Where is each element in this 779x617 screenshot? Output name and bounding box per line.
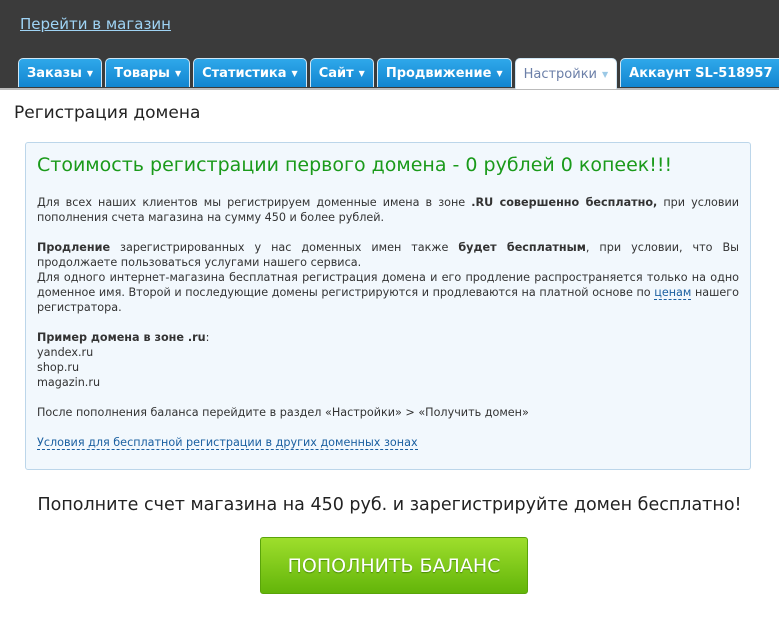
prices-link[interactable]: ценам (654, 286, 692, 300)
page-title: Регистрация домена (14, 103, 201, 123)
header: Перейти в магазин Заказы ▼ Товары ▼ Статис… (0, 0, 779, 90)
caret-down-icon: ▼ (174, 68, 182, 78)
text: зарегистрированных у нас доменных имен т… (110, 241, 459, 254)
caret-down-icon: ▼ (86, 68, 94, 78)
top-up-balance-button[interactable]: ПОПОЛНИТЬ БАЛАНС (260, 537, 528, 594)
examples-label: Пример домена в зоне .ru (37, 331, 206, 344)
tab-label: Сайт (318, 65, 354, 81)
tab-label: Товары (114, 65, 170, 81)
example-domain: shop.ru (37, 361, 80, 374)
tab-label: Продвижение (385, 65, 492, 81)
example-domain: magazin.ru (37, 376, 101, 389)
example-domain: yandex.ru (37, 346, 94, 359)
caret-down-icon: ▼ (358, 68, 365, 78)
text-bold: будет бесплатным (458, 241, 586, 254)
after-text: После пополнения баланса перейдите в раз… (37, 406, 529, 419)
tab-site[interactable]: Сайт ▼ (309, 58, 374, 87)
tab-promotion[interactable]: Продвижение ▼ (376, 58, 512, 87)
tab-label: Аккаунт SL-518957 (629, 65, 773, 81)
text-bold: .RU совершенно бесплатно, (471, 196, 658, 209)
tab-settings[interactable]: Настройки ▼ (514, 58, 618, 89)
text-bold: Продление (37, 241, 111, 254)
examples-block: Пример домена в зоне .ru: yandex.ru shop… (37, 330, 739, 390)
text: : (205, 331, 210, 344)
cta-text: Пополните счет магазина на 450 руб. и за… (37, 495, 742, 515)
conditions-link[interactable]: Условия для бесплатной регистрации в дру… (37, 436, 418, 450)
tab-orders[interactable]: Заказы ▼ (18, 58, 103, 87)
info-paragraph-2: Продление зарегистрированных у нас домен… (37, 240, 739, 315)
tab-account[interactable]: Аккаунт SL-518957▼ (620, 58, 779, 87)
caret-down-icon: ▼ (496, 68, 503, 78)
info-box: Стоимость регистрации первого домена - 0… (25, 142, 751, 470)
tab-statistics[interactable]: Статистика ▼ (193, 58, 307, 87)
main-tabs: Заказы ▼ Товары ▼ Статистика ▼ Сайт ▼ Продви… (18, 58, 779, 89)
tab-products[interactable]: Товары ▼ (105, 58, 191, 87)
tab-label: Статистика (202, 65, 287, 81)
info-paragraph-1: Для всех наших клиентов мы регистрируем … (37, 195, 739, 225)
tab-label: Настройки (523, 66, 598, 82)
caret-down-icon: ▼ (291, 68, 298, 78)
text: Для всех наших клиентов мы регистрируем … (37, 196, 472, 209)
text: Для одного интернет-магазина бесплатная … (37, 271, 739, 299)
tab-label: Заказы (27, 65, 82, 81)
info-heading: Стоимость регистрации первого домена - 0… (37, 154, 673, 176)
go-to-store-link[interactable]: Перейти в магазин (20, 15, 171, 33)
caret-down-icon: ▼ (602, 69, 609, 79)
